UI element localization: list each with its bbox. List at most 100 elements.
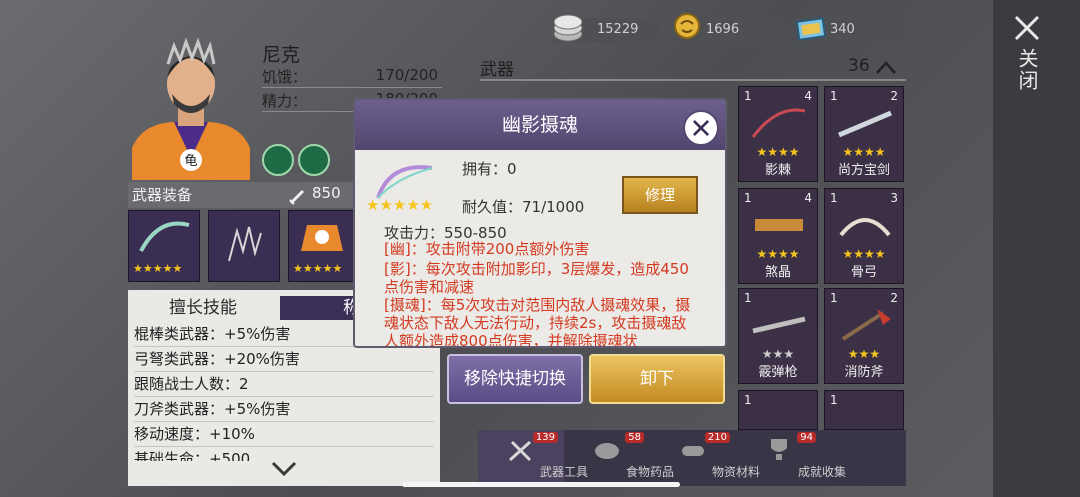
tile-stars: ★★★★ [842, 145, 886, 159]
currency-value: 1696 [706, 22, 740, 37]
tab-badge: 139 [532, 432, 558, 443]
tile-num: 1 [830, 393, 838, 407]
tile-count: 4 [804, 89, 812, 103]
tile-num: 1 [744, 291, 752, 305]
tile-num: 1 [744, 191, 752, 205]
tools-icon [508, 440, 532, 462]
skill-line: 跟随战士人数：2 [134, 372, 434, 397]
weapon-tile[interactable]: 1 ★★★ 霰弹枪 [738, 288, 818, 384]
modal-title: 幽影摄魂 [355, 100, 725, 150]
tab-label: 成就收集 [797, 465, 846, 479]
sword-icon [838, 110, 892, 138]
equip-title: 武器装备 [132, 186, 193, 204]
fire-axe-icon [841, 309, 891, 341]
effect-line: [影]：每次攻击附加影印，3层爆发，造成450点伤害和减速 [384, 260, 689, 296]
sword-icon [289, 189, 305, 205]
currency-value: 340 [830, 22, 855, 37]
weapon-tile[interactable]: 1 [824, 390, 904, 430]
svg-text:龟: 龟 [184, 154, 197, 169]
tile-count: 4 [804, 191, 812, 205]
modal-owned: 拥有：0 [462, 160, 517, 178]
thorn-blade-icon [751, 108, 806, 138]
currency-value: 15229 [597, 22, 639, 37]
close-icon[interactable] [1013, 14, 1041, 42]
repair-button[interactable]: 修理 [622, 176, 698, 214]
close-label[interactable]: 关闭 [1014, 48, 1042, 92]
tile-stars: ★★★ [761, 347, 795, 361]
tile-stars: ★★★★ [756, 247, 800, 261]
skill-line: 移动速度：+10% [134, 422, 434, 447]
trophy-icon [771, 439, 787, 460]
equip-slot-weapon[interactable]: ★★★★★ [128, 210, 200, 282]
shotgun-icon [752, 316, 806, 334]
tab-food-medicine[interactable]: 58 食物药品 [564, 430, 674, 486]
tab-skills[interactable]: 擅长技能 [128, 296, 278, 320]
tile-stars: ★★★★ [842, 247, 886, 261]
slot-stars: ★★★★★ [133, 262, 183, 275]
weapon-tile[interactable]: 1 [738, 390, 818, 430]
meat-icon [595, 443, 619, 459]
tile-num: 1 [830, 89, 838, 103]
tile-count: 2 [890, 291, 898, 305]
effect-line: [摄魂]：每5次攻击对范围内敌人摄魂效果，摄魂状态下敌人无法行动，持续2s，攻击… [384, 296, 691, 346]
character-name: 尼克 [262, 44, 301, 66]
equip-slot-outfit[interactable]: ★★★★★ [288, 210, 356, 282]
modal-desc-scroll[interactable]: [幽]：攻击附带200点额外伤害 [影]：每次攻击附加影印，3层爆发，造成450… [355, 240, 725, 346]
chevron-down-icon[interactable] [270, 460, 298, 478]
coins-stack-icon [553, 14, 583, 42]
tile-num: 1 [830, 191, 838, 205]
slot-stars: ★★★★★ [293, 262, 343, 275]
hunger-row: 饥饿： 170/200 [262, 66, 442, 88]
currency-ticket: 340 [795, 17, 906, 42]
tile-count: 3 [890, 191, 898, 205]
skull-status-icon[interactable] [298, 144, 330, 176]
weapon-tile[interactable]: 1 2 ★★★ 消防斧 [824, 288, 904, 384]
bone-bow-icon [839, 218, 891, 237]
tab-badge: 58 [625, 432, 644, 443]
weapon-tile[interactable]: 1 4 ★★★★ 煞晶 [738, 188, 818, 284]
antler-icon [228, 226, 262, 262]
skill-line: 刀斧类武器：+5%伤害 [134, 397, 434, 422]
remove-shortcut-button[interactable]: 移除快捷切换 [447, 354, 583, 404]
energy-label: 精力： [262, 92, 308, 110]
skill-line: 基础生命：+500 [134, 450, 251, 461]
weapon-tile[interactable]: 1 3 ★★★★ 骨弓 [824, 188, 904, 284]
weapons-header: 武器 [480, 55, 906, 81]
stomach-status-icon[interactable] [262, 144, 294, 176]
crossbow-gun-icon [755, 219, 803, 231]
modal-durability: 耐久值：71/1000 [462, 198, 585, 216]
tab-badge: 210 [704, 432, 730, 443]
tile-stars: ★★★★ [756, 145, 800, 159]
tab-weapons-tools[interactable]: 139 武器工具 [478, 430, 588, 486]
home-indicator[interactable] [402, 482, 680, 487]
weapon-tile[interactable]: 1 4 ★★★★ 影棘 [738, 86, 818, 182]
tile-name: 尚方宝剑 [837, 163, 890, 178]
currency-silver: 15229 [553, 14, 659, 42]
modal-close-icon[interactable] [683, 110, 719, 146]
effect-line: [幽]：攻击附带200点额外伤害 [384, 240, 590, 258]
tile-count: 2 [890, 89, 898, 103]
tab-achievements[interactable]: 94 成就收集 [736, 430, 846, 486]
tile-name: 霰弹枪 [758, 365, 798, 380]
equip-power: 850 [312, 184, 341, 202]
tile-num: 1 [830, 291, 838, 305]
gold-coin-icon [674, 13, 700, 39]
weapon-tile[interactable]: 1 2 ★★★★ 尚方宝剑 [824, 86, 904, 182]
outfit-icon [301, 225, 343, 251]
category-tabbar: 139 武器工具 58 食物药品 210 物资材料 94 成就收集 [478, 430, 906, 486]
tile-name: 消防斧 [844, 365, 884, 380]
tile-name: 骨弓 [850, 265, 877, 280]
chevron-up-icon[interactable] [874, 58, 898, 76]
unequip-button[interactable]: 卸下 [589, 354, 725, 404]
character-portrait: 龟 [132, 38, 250, 180]
equip-slot-armor[interactable] [208, 210, 280, 282]
tile-name: 影棘 [764, 163, 791, 178]
scythe-icon [139, 221, 190, 252]
tab-badge: 94 [797, 432, 816, 443]
tab-materials[interactable]: 210 物资材料 [650, 430, 760, 486]
skill-line: 弓弩类武器：+20%伤害 [134, 347, 434, 372]
hunger-label: 饥饿： [262, 68, 308, 86]
weapons-count: 36 [848, 56, 870, 76]
tile-num: 1 [744, 89, 752, 103]
tile-stars: ★★★ [847, 347, 881, 361]
